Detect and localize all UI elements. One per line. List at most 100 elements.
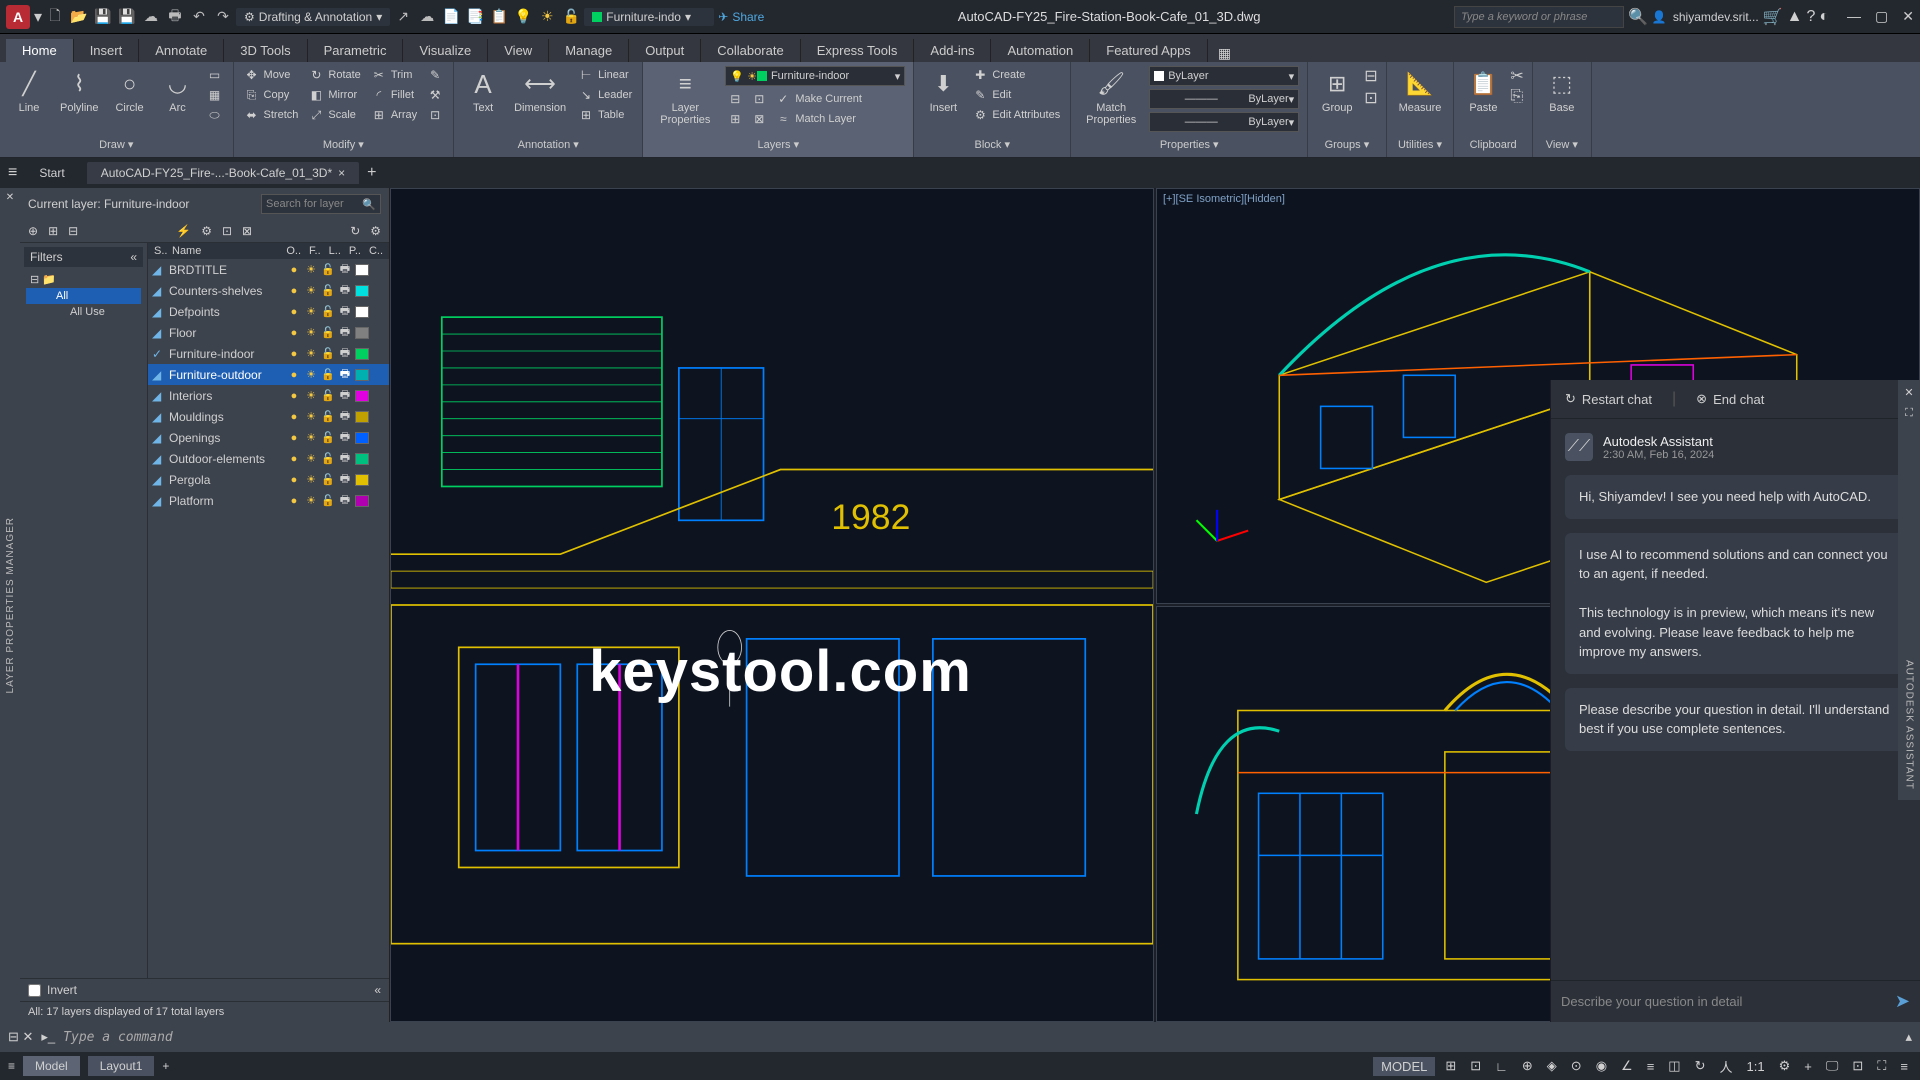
layer-search-input[interactable]: Search for layer🔍 bbox=[261, 194, 381, 214]
lock-icon[interactable]: 🔓 bbox=[321, 368, 335, 381]
file-tab[interactable]: AutoCAD-FY25_Fire-...-Book-Cafe_01_3D*× bbox=[87, 162, 359, 184]
color-swatch[interactable] bbox=[355, 495, 369, 507]
freeze-icon[interactable]: ☀ bbox=[304, 410, 318, 423]
panel-label[interactable]: Clipboard bbox=[1462, 137, 1523, 153]
freeze-icon[interactable]: ☀ bbox=[304, 389, 318, 402]
close-icon[interactable]: ✕ bbox=[6, 192, 14, 203]
rotate-button[interactable]: ↻Rotate bbox=[306, 66, 362, 84]
minimize-button[interactable]: — bbox=[1847, 8, 1861, 25]
freeze-icon[interactable]: ☀ bbox=[304, 473, 318, 486]
panel-label[interactable]: View ▾ bbox=[1541, 136, 1583, 153]
color-dropdown[interactable]: ByLayer▾ bbox=[1149, 66, 1299, 86]
plot-icon[interactable]: 🖶 bbox=[338, 260, 352, 279]
doc-icon[interactable]: 📄 bbox=[442, 8, 460, 26]
panel-label[interactable]: Annotation ▾ bbox=[462, 136, 634, 153]
plot-icon[interactable]: 🖶 bbox=[338, 386, 352, 405]
linetype-dropdown[interactable]: ———ByLayer▾ bbox=[1149, 112, 1299, 132]
color-swatch[interactable] bbox=[355, 369, 369, 381]
layer-state4-icon[interactable]: ⊠ bbox=[242, 224, 252, 238]
layer-row[interactable]: ◢ Openings ● ☀ 🔓 🖶 bbox=[148, 427, 389, 448]
layer-state2-icon[interactable]: ⚙ bbox=[201, 224, 212, 238]
close-icon[interactable]: ✕ bbox=[1904, 386, 1913, 399]
layer-state3-icon[interactable]: ⊡ bbox=[222, 224, 232, 238]
lock-icon[interactable]: 🔓 bbox=[321, 473, 335, 486]
plot-icon[interactable]: 🖶 bbox=[338, 428, 352, 447]
on-icon[interactable]: ● bbox=[287, 453, 301, 465]
viewport-label[interactable]: [+][SE Isometric][Hidden] bbox=[1163, 193, 1285, 205]
bulb-icon[interactable]: 💡 bbox=[514, 8, 532, 26]
on-icon[interactable]: ● bbox=[287, 369, 301, 381]
panel-label[interactable]: Utilities ▾ bbox=[1395, 136, 1446, 153]
on-icon[interactable]: ● bbox=[287, 411, 301, 423]
lock-icon[interactable]: 🔓 bbox=[321, 284, 335, 297]
lweight-icon[interactable]: ≡ bbox=[1643, 1059, 1659, 1074]
layer-state-icon[interactable]: ⚡ bbox=[176, 224, 191, 238]
ly1[interactable]: ⊟ bbox=[725, 90, 745, 108]
lock-icon[interactable]: 🔓 bbox=[321, 431, 335, 444]
restart-chat-button[interactable]: ↻Restart chat bbox=[1565, 391, 1652, 407]
saveas-icon[interactable]: 💾 bbox=[118, 8, 136, 26]
cut-icon[interactable]: ✂ bbox=[1510, 66, 1523, 86]
layer-panel-sidebar[interactable]: ✕ LAYER PROPERTIES MANAGER bbox=[0, 188, 20, 1022]
cmd-expand-icon[interactable]: ▴ bbox=[1905, 1029, 1912, 1045]
ly2[interactable]: ⊞ bbox=[725, 110, 745, 128]
close-tab-icon[interactable]: × bbox=[338, 166, 345, 180]
help-icon[interactable]: ? bbox=[1806, 8, 1815, 26]
lock-icon[interactable]: 🔓 bbox=[321, 305, 335, 318]
tab-collaborate[interactable]: Collaborate bbox=[701, 39, 801, 62]
ly4[interactable]: ⊠ bbox=[749, 110, 769, 128]
make-current-button[interactable]: ✓Make Current bbox=[773, 90, 864, 108]
monitor-icon[interactable]: 🖵 bbox=[1822, 1058, 1843, 1074]
layer-properties-button[interactable]: ≡Layer Properties bbox=[651, 66, 719, 128]
freeze-icon[interactable]: ☀ bbox=[304, 494, 318, 507]
menu-dropdown-icon[interactable]: ▾ bbox=[34, 7, 42, 27]
end-chat-button[interactable]: ⊗End chat bbox=[1696, 391, 1764, 407]
match-layer-button[interactable]: ≈Match Layer bbox=[773, 110, 864, 128]
open-icon[interactable]: 📂 bbox=[70, 8, 88, 26]
lock-icon[interactable]: 🔓 bbox=[321, 347, 335, 360]
ellipse-button[interactable]: ⬭ bbox=[205, 106, 225, 124]
freeze-icon[interactable]: ☀ bbox=[304, 347, 318, 360]
undo-icon[interactable]: ↶ bbox=[190, 8, 208, 26]
linear-button[interactable]: ⊢Linear bbox=[576, 66, 634, 84]
on-icon[interactable]: ● bbox=[287, 495, 301, 507]
collapse-icon[interactable]: « bbox=[130, 250, 137, 264]
new-layer2-icon[interactable]: ⊞ bbox=[48, 224, 58, 238]
plot-icon[interactable]: 🖶 bbox=[338, 470, 352, 489]
tree-all[interactable]: All bbox=[26, 288, 141, 304]
viewport-front[interactable]: 1982 keystool.com bbox=[390, 188, 1154, 1022]
copy2-icon[interactable]: ⎘ bbox=[1510, 88, 1523, 106]
on-icon[interactable]: ● bbox=[287, 306, 301, 318]
gear-icon[interactable]: ⚙ bbox=[1775, 1058, 1795, 1074]
tab-manage[interactable]: Manage bbox=[549, 39, 629, 62]
scale-button[interactable]: ⤢Scale bbox=[306, 106, 362, 124]
color-swatch[interactable] bbox=[355, 285, 369, 297]
measure-button[interactable]: 📐Measure bbox=[1395, 66, 1446, 116]
share-button[interactable]: ✈Share bbox=[718, 10, 764, 24]
iso-icon[interactable]: ◈ bbox=[1543, 1058, 1561, 1074]
tab-parametric[interactable]: Parametric bbox=[308, 39, 404, 62]
new-icon[interactable]: 🗋 bbox=[46, 8, 64, 26]
cycling-icon[interactable]: ↻ bbox=[1691, 1058, 1710, 1074]
grid-icon[interactable]: ⊞ bbox=[1441, 1058, 1460, 1074]
tree-used[interactable]: All Use bbox=[26, 304, 141, 320]
hw-icon[interactable]: ⊡ bbox=[1848, 1058, 1867, 1074]
model-tab[interactable]: Model bbox=[23, 1056, 80, 1076]
on-icon[interactable]: ● bbox=[287, 390, 301, 402]
menu-icon[interactable]: ≡ bbox=[8, 164, 17, 182]
plot-icon[interactable]: 🖶 bbox=[338, 281, 352, 300]
plot-icon[interactable]: 🖶 bbox=[338, 449, 352, 468]
freeze-icon[interactable]: ☀ bbox=[304, 368, 318, 381]
start-tab[interactable]: Start bbox=[25, 162, 78, 184]
layer-row[interactable]: ◢ Defpoints ● ☀ 🔓 🖶 bbox=[148, 301, 389, 322]
plot-icon[interactable]: 🖶 bbox=[338, 323, 352, 342]
lock-icon[interactable]: 🔓 bbox=[321, 263, 335, 276]
clean-icon[interactable]: ⛶ bbox=[1873, 1058, 1890, 1074]
tree-root[interactable]: ⊟ 📁 bbox=[26, 271, 141, 288]
web-icon[interactable]: ☁ bbox=[142, 8, 160, 26]
plus-icon[interactable]: + bbox=[1800, 1059, 1816, 1074]
save-icon[interactable]: 💾 bbox=[94, 8, 112, 26]
panel-label[interactable]: Properties ▾ bbox=[1079, 136, 1299, 153]
lock-icon[interactable]: 🔓 bbox=[321, 452, 335, 465]
tab-insert[interactable]: Insert bbox=[74, 39, 140, 62]
